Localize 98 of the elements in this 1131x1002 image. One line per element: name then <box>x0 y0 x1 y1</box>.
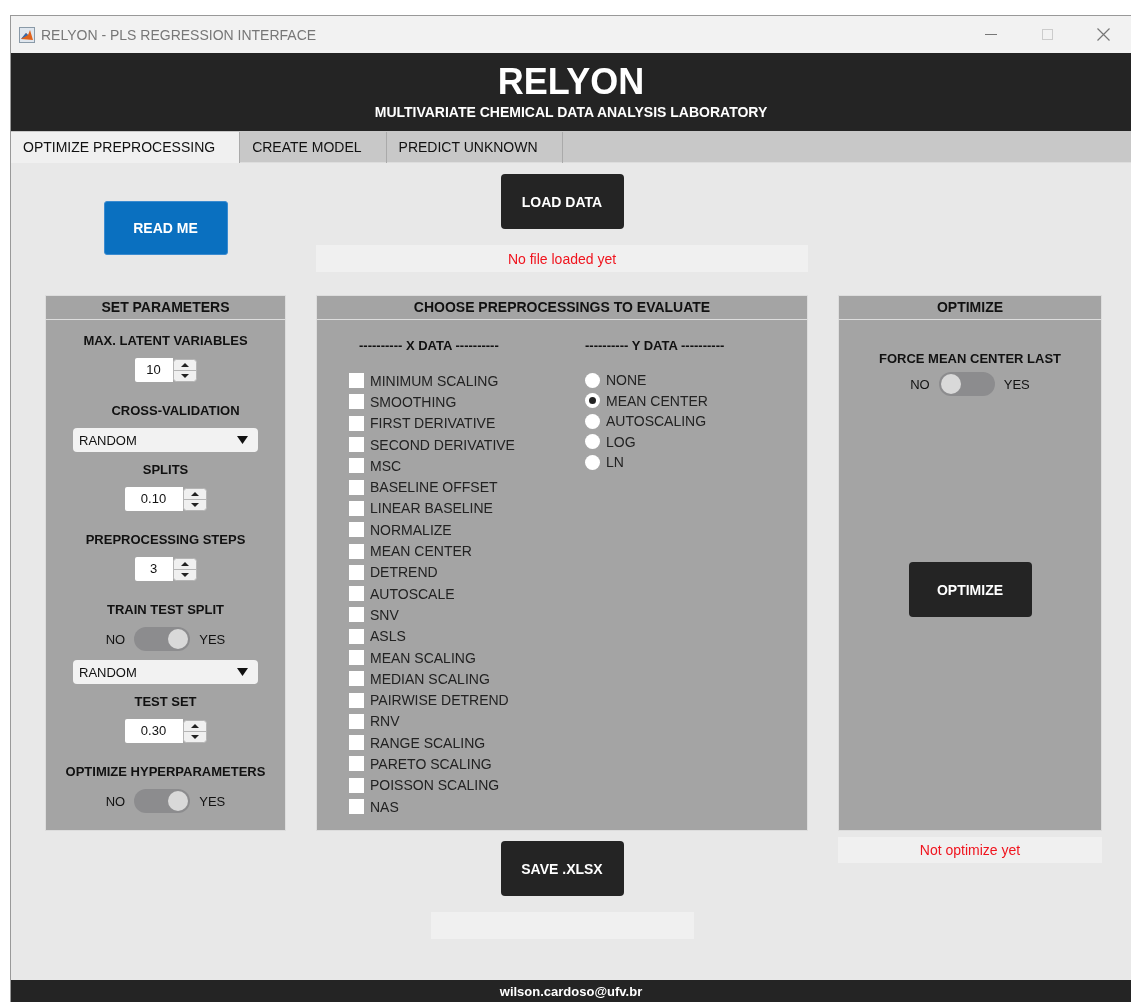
checkbox[interactable] <box>349 692 364 708</box>
checkbox[interactable] <box>349 543 364 559</box>
field-label: FORCE MEAN CENTER LAST <box>879 350 1061 368</box>
checkbox-label: MEAN CENTER <box>370 543 472 559</box>
checkbox-label: MINIMUM SCALING <box>370 372 499 389</box>
checkbox[interactable] <box>349 415 364 431</box>
checkbox-label: RNV <box>370 713 400 730</box>
tab[interactable]: OPTIMIZE PREPROCESSING <box>11 132 241 163</box>
optimize-button[interactable]: OPTIMIZE <box>908 562 1032 617</box>
checkbox-label: MEAN SCALING <box>370 649 476 666</box>
field-label: MAX. LATENT VARIABLES <box>83 332 248 350</box>
checkbox-label: SNV <box>370 606 399 623</box>
checkbox-label: NAS <box>370 798 399 815</box>
checkbox[interactable] <box>349 479 364 495</box>
switch-label: YES <box>199 631 226 647</box>
field-label: TEST SET <box>134 693 197 711</box>
checkbox[interactable] <box>349 564 364 580</box>
checkbox[interactable] <box>349 713 364 729</box>
checkbox-label: DETREND <box>370 564 438 581</box>
checkbox[interactable] <box>349 777 364 793</box>
radio-label: LOG <box>606 433 636 450</box>
switch-label: YES <box>1003 376 1030 392</box>
app-subtitle: MULTIVARIATE CHEMICAL DATA ANALYSIS LABORATORY <box>374 104 768 120</box>
up-down-arrows-icon <box>182 487 207 511</box>
status-message: Not optimize yet <box>838 837 1102 863</box>
checkbox[interactable] <box>349 799 364 815</box>
checkbox-label: MSC <box>370 457 402 474</box>
checkbox[interactable] <box>349 735 364 751</box>
checkbox[interactable] <box>349 756 364 772</box>
radio-button[interactable] <box>585 413 600 429</box>
checkbox-label: AUTOSCALE <box>370 585 455 602</box>
up-down-arrows-icon <box>172 358 197 382</box>
panel-title: OPTIMIZE <box>839 296 1101 320</box>
checkbox[interactable] <box>349 500 364 516</box>
radio-button[interactable] <box>585 393 600 409</box>
toggle-switch[interactable] <box>134 627 191 651</box>
field-label: PREPROCESSING STEPS <box>85 531 246 549</box>
radio-button[interactable] <box>585 454 600 470</box>
maximize-icon[interactable] <box>1041 29 1053 40</box>
checkbox-label: FIRST DERIVATIVE <box>370 415 496 432</box>
checkbox-label: ASLS <box>370 628 406 645</box>
field-label: TRAIN TEST SPLIT <box>107 601 224 619</box>
checkbox[interactable] <box>349 458 364 474</box>
dropdown[interactable]: RANDOM <box>73 660 258 684</box>
toggle-switch[interactable] <box>938 372 995 396</box>
footer-email: wilson.cardoso@ufv.br <box>499 983 643 999</box>
save-button[interactable]: SAVE .XLSX <box>500 841 624 896</box>
panel-title: SET PARAMETERS <box>46 296 285 320</box>
radio-label: MEAN CENTER <box>606 392 708 409</box>
field-label: SPLITS <box>142 461 189 479</box>
switch-label: YES <box>199 793 226 809</box>
caret-icon <box>237 668 248 676</box>
radio-label: AUTOSCALING <box>606 413 707 430</box>
radio-button[interactable] <box>585 372 600 388</box>
checkbox[interactable] <box>349 522 364 538</box>
section-heading: ---------- X DATA ---------- <box>359 338 500 354</box>
checkbox[interactable] <box>349 650 364 665</box>
checkbox-label: BASELINE OFFSET <box>370 479 498 496</box>
status-message: No file loaded yet <box>316 245 808 272</box>
section-heading: ---------- Y DATA ---------- <box>585 338 725 354</box>
up-down-arrows-icon <box>182 719 207 743</box>
up-down-arrows-icon <box>172 557 197 581</box>
field-label: OPTIMIZE HYPERPARAMETERS <box>65 763 266 781</box>
checkbox-label: SECOND DERIVATIVE <box>370 436 515 453</box>
checkbox-label: RANGE SCALING <box>370 734 486 751</box>
checkbox-label: POISSON SCALING <box>370 777 500 794</box>
tab[interactable]: PREDICT UNKNOWN <box>386 132 563 163</box>
checkbox[interactable] <box>349 671 364 687</box>
load-data-button[interactable]: LOAD DATA <box>500 174 624 229</box>
checkbox-label: PAIRWISE DETREND <box>370 692 509 709</box>
checkbox[interactable] <box>349 437 364 453</box>
read-me-button[interactable]: READ ME <box>103 201 228 255</box>
window-title: RELYON - PLS REGRESSION INTERFACE <box>41 26 317 43</box>
close-icon[interactable] <box>1096 28 1110 41</box>
dropdown[interactable]: RANDOM <box>73 428 258 452</box>
checkbox-label: MEDIAN SCALING <box>370 670 490 687</box>
switch-label: NO <box>105 793 126 809</box>
app-title: RELYON <box>497 62 645 102</box>
switch-label: NO <box>105 631 126 647</box>
field-label: CROSS-VALIDATION <box>111 402 240 420</box>
radio-label: NONE <box>606 372 647 389</box>
toggle-switch[interactable] <box>134 789 191 813</box>
panel-title: CHOOSE PREPROCESSINGS TO EVALUATE <box>317 296 807 320</box>
checkbox-label: LINEAR BASELINE <box>370 500 493 517</box>
checkbox[interactable] <box>349 628 364 644</box>
checkbox-label: NORMALIZE <box>370 521 452 538</box>
checkbox-label: PARETO SCALING <box>370 756 492 772</box>
radio-label: LN <box>606 454 624 471</box>
radio-button[interactable] <box>585 434 600 450</box>
app-icon <box>19 26 35 43</box>
checkbox[interactable] <box>349 607 364 623</box>
tab[interactable]: CREATE MODEL <box>240 132 387 163</box>
caret-icon <box>237 436 248 444</box>
switch-label: NO <box>910 376 930 392</box>
checkbox[interactable] <box>349 586 364 602</box>
checkbox-label: SMOOTHING <box>370 393 457 410</box>
checkbox[interactable] <box>349 394 364 410</box>
checkbox[interactable] <box>349 373 364 389</box>
